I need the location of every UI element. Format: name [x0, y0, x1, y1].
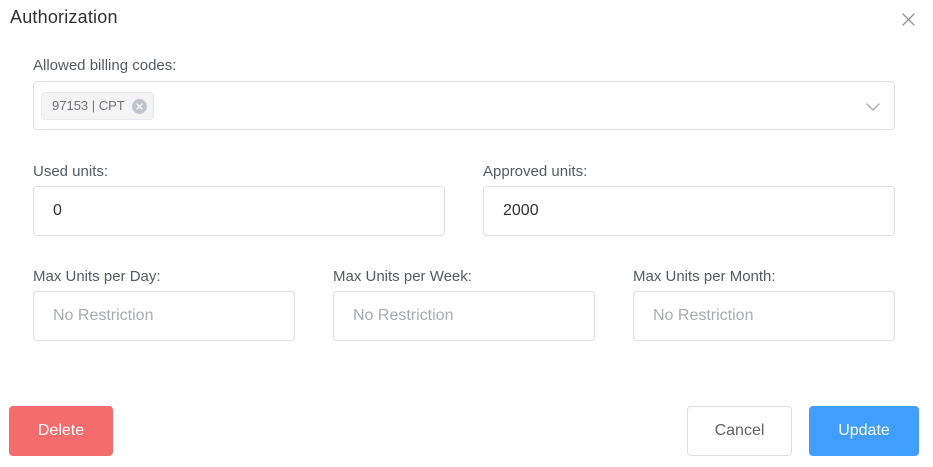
max-units-month-label: Max Units per Month: [633, 268, 776, 285]
close-icon[interactable] [900, 11, 917, 28]
max-units-week-input[interactable] [333, 291, 595, 341]
billing-code-tag: 97153 | CPT [41, 92, 154, 120]
used-units-input[interactable] [33, 186, 445, 236]
approved-units-label: Approved units: [483, 163, 588, 180]
max-units-day-label: Max Units per Day: [33, 268, 161, 285]
delete-button[interactable]: Delete [9, 406, 113, 456]
billing-codes-select[interactable]: 97153 | CPT [33, 81, 895, 130]
close-icon-glyph [902, 13, 915, 26]
approved-units-input[interactable] [483, 186, 895, 236]
max-units-week-label: Max Units per Week: [333, 268, 472, 285]
tag-close-icon[interactable] [131, 99, 147, 114]
used-units-label: Used units: [33, 163, 109, 180]
billing-codes-label: Allowed billing codes: [33, 57, 177, 74]
cancel-button[interactable]: Cancel [687, 406, 792, 456]
chevron-down-icon[interactable] [865, 99, 881, 115]
dialog-title: Authorization [10, 7, 118, 27]
tag-close-glyph [136, 103, 143, 110]
update-button[interactable]: Update [809, 406, 919, 456]
chevron-down-glyph [866, 103, 880, 111]
billing-code-tag-label: 97153 | CPT [52, 98, 125, 113]
max-units-month-input[interactable] [633, 291, 895, 341]
max-units-day-input[interactable] [33, 291, 295, 341]
